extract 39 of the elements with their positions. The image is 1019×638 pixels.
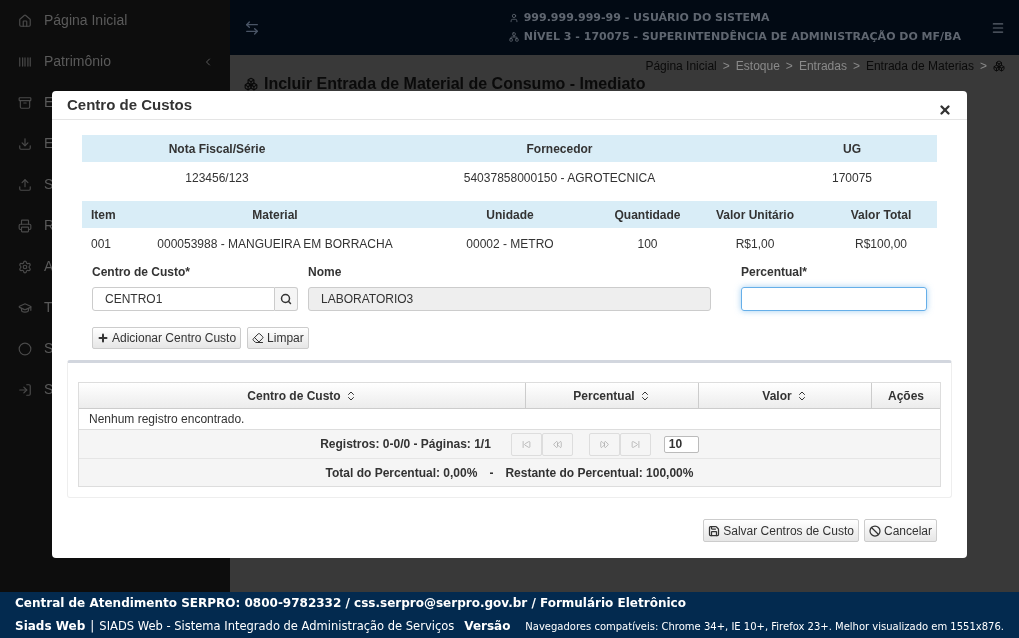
column-header: Nota Fiscal/Série — [168, 141, 266, 156]
field-label: Nome — [308, 264, 343, 281]
column-header: Fornecedor — [526, 141, 593, 156]
column-header: Valor Unitário — [716, 207, 794, 222]
column-header: Unidade — [486, 207, 534, 222]
table-cell: 001 — [91, 236, 112, 251]
breadcrumb-separator: > — [785, 58, 793, 75]
table-cell: 123456/123 — [185, 170, 249, 185]
field-label: Percentual* — [741, 264, 809, 281]
column-header: Material — [252, 207, 298, 222]
table-cell: R$1,00 — [735, 236, 775, 251]
table-cell: R$100,00 — [854, 236, 907, 251]
contact-info: Central de Atendimento SERPRO: 0800-9782332 / css.serpro@serpro.gov.br / Formulário Eletrônico — [15, 595, 687, 613]
table-cell: 100 — [637, 236, 658, 251]
table-cell: 000053988 - MANGUEIRA EM BORRACHA — [157, 236, 393, 251]
column-header: Item — [91, 207, 116, 222]
empty-message: Nenhum registro encontrado. — [89, 411, 245, 428]
column-header: Valor Total — [850, 207, 912, 222]
breadcrumb-separator: > — [980, 58, 987, 75]
total-percent: Total do Percentual: 0,00% — [325, 464, 478, 482]
browser-info: Navegadores compatíveis: Chrome 34+, IE 10+, Firefox 23+. Melhor visualizado em 1551x876. — [525, 620, 1004, 635]
app-description: SIADS Web - Sistema Integrado de Administração de Serviços — [99, 618, 455, 636]
table-cell: 170075 — [831, 170, 872, 185]
level-info: NÍVEL 3 - 170075 - SUPERINTENDÊNCIA DE ADMINISTRAÇÃO DO MF/BA — [523, 29, 961, 45]
remaining-percent: Restante do Percentual: 100,00% — [505, 464, 694, 482]
app-name: Siads Web — [15, 618, 86, 636]
version-label: Versão — [464, 618, 511, 636]
user-info: 999.999.999-99 - USUÁRIO DO SISTEMA — [523, 9, 770, 26]
column-header: Quantidade — [614, 207, 681, 222]
field-label: Centro de Custo* — [92, 264, 191, 281]
breadcrumb-separator: > — [722, 58, 730, 75]
modal-title: Centro de Custos — [67, 94, 192, 115]
breadcrumb-separator: > — [852, 58, 860, 75]
separator: - — [489, 464, 494, 482]
table-cell: 54037858000150 - AGROTECNICA — [463, 170, 656, 185]
column-header: UG — [843, 141, 861, 156]
separator: | — [90, 618, 95, 636]
table-cell: 00002 - METRO — [466, 236, 554, 251]
paginator-summary: Registros: 0-0/0 - Páginas: 1/1 — [320, 436, 491, 453]
